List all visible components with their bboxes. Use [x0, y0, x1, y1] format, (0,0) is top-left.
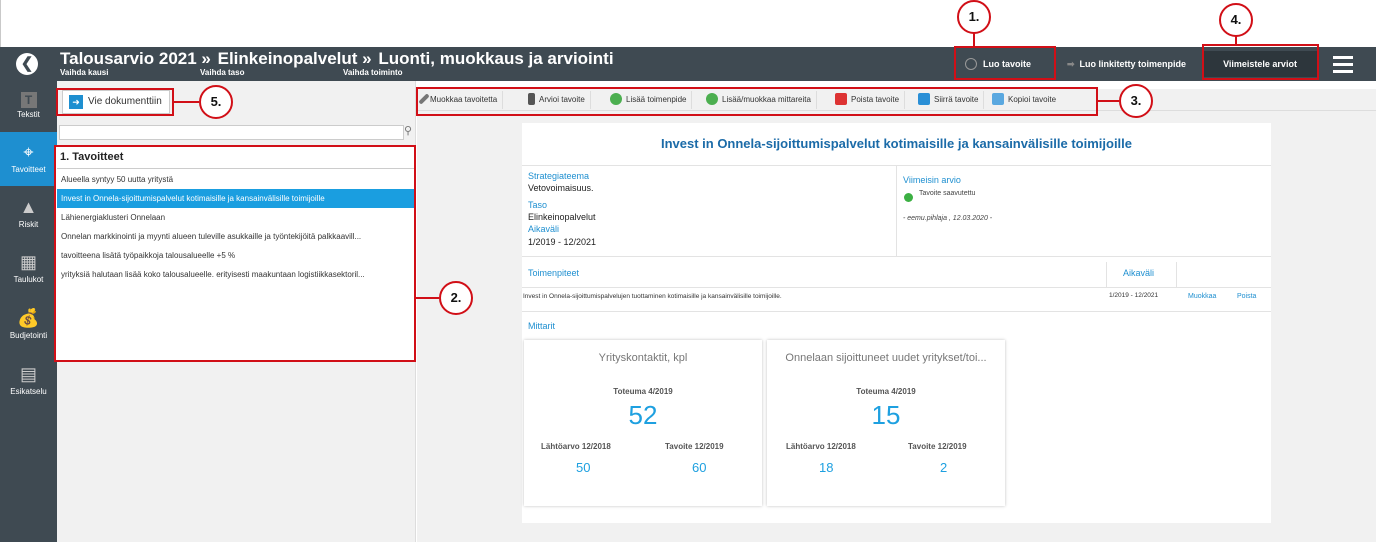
filter-icon[interactable]: ⚲ [404, 124, 412, 137]
edit-action-link[interactable]: Muokkaa [1188, 293, 1216, 300]
goal-title: Invest in Onnela-sijoittumispalvelut kot… [660, 136, 1133, 151]
annotation-4: 4. [1219, 3, 1253, 37]
nav-item-riskit[interactable]: ▲ Riskit [0, 192, 57, 246]
warning-icon: ▲ [19, 197, 38, 217]
annotation-box-1 [954, 46, 1056, 80]
annotation-box-2 [54, 145, 416, 362]
goals-search-input[interactable] [59, 125, 404, 140]
divider [522, 311, 1271, 312]
nav-item-budjetointi[interactable]: 💰 Budjetointi [0, 303, 57, 357]
metric-title: Yrityskontaktit, kpl [598, 352, 688, 364]
metric-baseline-value: 50 [576, 460, 591, 475]
metrics-heading: Mittarit [528, 321, 555, 331]
nav-item-taulukot[interactable]: ▦ Taulukot [0, 247, 57, 301]
annotation-box-3 [416, 87, 1098, 116]
nav-label: Tekstit [17, 110, 40, 119]
delete-action-link[interactable]: Poista [1237, 293, 1256, 300]
annotation-box-4 [1202, 44, 1319, 80]
target-icon: ⌖ [23, 142, 34, 162]
breadcrumb-level[interactable]: Elinkeinopalvelut » [218, 49, 372, 68]
metric-target-value: 2 [940, 460, 948, 475]
change-period-link[interactable]: Vaihda kausi [60, 68, 108, 77]
actions-period-heading: Aikaväli [1123, 268, 1155, 278]
assessment-author: - eemu.pihlaja , 12.03.2020 - [903, 215, 993, 222]
create-linked-action-label: Luo linkitetty toimenpide [1079, 59, 1187, 69]
annotation-5: 5. [199, 85, 233, 119]
back-arrow-icon[interactable]: ❮ [16, 53, 38, 75]
breadcrumb: Talousarvio 2021 » Elinkeinopalvelut » L… [60, 49, 616, 69]
metric-actual-value: 15 [871, 400, 901, 430]
nav-item-esikatselu[interactable]: ▤ Esikatselu [0, 359, 57, 413]
action-row-text: Invest in Onnela-sijoittumispalvelujen t… [523, 293, 782, 300]
metric-title: Onnelaan sijoittuneet uudet yritykset/to… [785, 352, 987, 364]
metric-actual-label: Toteuma 4/2019 [856, 387, 916, 396]
nav-label: Taulukot [13, 275, 44, 284]
arrow-right-icon: ➡ [1067, 59, 1075, 69]
nav-label: Tavoitteet [11, 165, 46, 174]
latest-assessment-label: Viimeisin arvio [903, 175, 961, 185]
metric-target-label: Tavoite 12/2019 [665, 442, 724, 451]
annotation-connector [973, 33, 975, 47]
annotation-connector [173, 101, 199, 103]
header-bar: ❮ Talousarvio 2021 » Elinkeinopalvelut »… [0, 47, 1376, 81]
divider [522, 287, 1271, 288]
nav-label: Budjetointi [9, 331, 48, 340]
divider [1176, 262, 1177, 287]
top-strip [0, 0, 1376, 47]
annotation-3: 3. [1119, 84, 1153, 118]
actions-heading: Toimenpiteet [528, 268, 580, 278]
money-bag-icon: 💰 [17, 308, 40, 328]
action-row-period: 1/2019 - 12/2021 [1109, 292, 1159, 299]
metric-baseline-label: Lähtöarvo 12/2018 [786, 442, 856, 451]
metric-baseline-label: Lähtöarvo 12/2018 [541, 442, 611, 451]
period-value: 1/2019 - 12/2021 [528, 237, 597, 247]
nav-label: Esikatselu [10, 387, 47, 396]
metric-target-label: Tavoite 12/2019 [908, 442, 967, 451]
change-level-link[interactable]: Vaihda taso [200, 68, 244, 77]
metric-actual-value: 52 [628, 400, 658, 430]
annotation-1: 1. [957, 0, 991, 34]
strategy-theme-label: Strategiateema [528, 171, 590, 181]
annotation-connector [1097, 100, 1119, 102]
level-label: Taso [528, 200, 548, 210]
annotation-connector [1235, 36, 1237, 45]
preview-icon: ▤ [19, 364, 37, 384]
hamburger-menu-icon[interactable] [1333, 56, 1353, 77]
table-icon: ▦ [19, 252, 37, 272]
nav-label: Riskit [18, 220, 39, 229]
level-value: Elinkeinopalvelut [528, 212, 596, 222]
create-linked-action-button[interactable]: ➡ Luo linkitetty toimenpide [1067, 53, 1186, 75]
period-label: Aikaväli [528, 224, 560, 234]
metric-card[interactable]: Yrityskontaktit, kpl Toteuma 4/2019 52 L… [524, 340, 762, 506]
divider [1106, 262, 1107, 287]
metric-actual-label: Toteuma 4/2019 [613, 387, 673, 396]
annotation-2: 2. [439, 281, 473, 315]
metric-target-value: 60 [692, 460, 707, 475]
text-icon: T [20, 92, 37, 108]
metric-card[interactable]: Onnelaan sijoittuneet uudet yritykset/to… [767, 340, 1005, 506]
change-function-link[interactable]: Vaihda toiminto [343, 68, 403, 77]
strategy-theme-value: Vetovoimaisuus. [528, 183, 594, 193]
breadcrumb-period[interactable]: Talousarvio 2021 » [60, 49, 211, 68]
metric-baseline-value: 18 [819, 460, 834, 475]
annotation-box-5 [56, 88, 174, 116]
breadcrumb-function[interactable]: Luonti, muokkaus ja arviointi [378, 49, 613, 68]
divider [522, 256, 1271, 257]
assessment-status: Tavoite saavutettu [919, 190, 976, 197]
divider [896, 166, 897, 256]
left-nav: T Tekstit ⌖ Tavoitteet ▲ Riskit ▦ Tauluk… [0, 81, 57, 542]
nav-item-tavoitteet[interactable]: ⌖ Tavoitteet [0, 132, 57, 186]
annotation-connector [415, 297, 439, 299]
status-green-icon [904, 193, 913, 202]
